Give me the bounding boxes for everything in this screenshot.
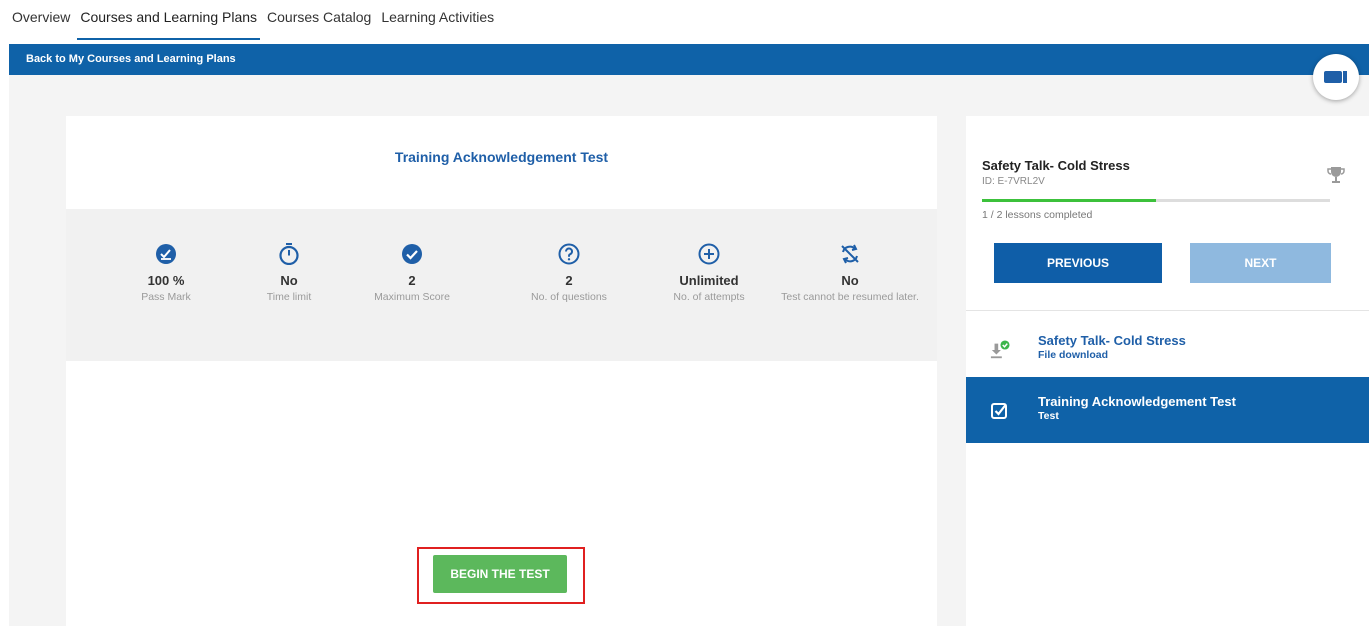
info-resume: No Test cannot be resumed later.: [780, 243, 920, 304]
course-progress-bar: [982, 199, 1330, 202]
attempts-label: No. of attempts: [673, 291, 745, 303]
time-limit-value: No: [280, 273, 298, 288]
lesson-type: Test: [1038, 410, 1059, 422]
plus-circle-icon: [698, 243, 720, 265]
lesson-name: Training Acknowledgement Test: [1038, 394, 1236, 409]
course-player-bar: Back to My Courses and Learning Plans: [9, 44, 1369, 75]
top-nav: Overview Courses and Learning Plans Cour…: [0, 0, 1369, 42]
check-circle-icon: [402, 244, 422, 264]
lesson-type: File download: [1038, 349, 1108, 361]
video-toggle-button[interactable]: [1313, 54, 1359, 100]
download-icon: [990, 340, 1010, 359]
course-name: Safety Talk- Cold Stress: [982, 158, 1130, 173]
previous-button[interactable]: PREVIOUS: [994, 243, 1162, 283]
test-title: Training Acknowledgement Test: [394, 149, 609, 165]
questions-value: 2: [565, 273, 573, 288]
pass-mark-value: 100 %: [147, 273, 185, 288]
resume-label: Test cannot be resumed later.: [781, 291, 919, 303]
trophy-icon: [1327, 167, 1345, 183]
info-questions: 2 No. of questions: [499, 243, 639, 304]
course-sidebar: Safety Talk- Cold Stress ID: E-7VRL2V 1 …: [966, 116, 1369, 626]
progress-text: 1 / 2 lessons completed: [982, 209, 1093, 221]
course-id: ID: E-7VRL2V: [982, 176, 1045, 187]
info-maximum-score: 2 Maximum Score: [342, 243, 482, 304]
info-time-limit: No Time limit: [219, 243, 359, 304]
time-limit-label: Time limit: [266, 291, 312, 303]
maximum-score-label: Maximum Score: [374, 291, 450, 303]
question-circle-icon: [558, 243, 580, 265]
lesson-item-file-download[interactable]: Safety Talk- Cold Stress File download: [966, 316, 1369, 382]
attempts-value: Unlimited: [679, 273, 739, 288]
no-resume-icon: [841, 244, 859, 264]
begin-highlight-outline: [417, 547, 585, 604]
divider: [966, 310, 1369, 311]
tab-learning-activities[interactable]: Learning Activities: [378, 0, 497, 40]
resume-value: No: [841, 273, 859, 288]
pass-mark-label: Pass Mark: [141, 291, 191, 303]
info-attempts: Unlimited No. of attempts: [639, 243, 779, 304]
tab-courses-and-learning-plans[interactable]: Courses and Learning Plans: [77, 0, 261, 40]
tab-courses-catalog[interactable]: Courses Catalog: [264, 0, 374, 40]
info-pass-mark: 100 % Pass Mark: [96, 243, 236, 304]
checkbox-icon: [991, 403, 1007, 419]
stopwatch-icon: [279, 243, 299, 265]
back-link[interactable]: Back to My Courses and Learning Plans: [26, 53, 236, 65]
next-button[interactable]: NEXT: [1190, 243, 1331, 283]
questions-label: No. of questions: [531, 291, 607, 303]
tab-overview[interactable]: Overview: [9, 0, 73, 40]
lesson-name: Safety Talk- Cold Stress: [1038, 333, 1186, 348]
video-camera-icon: [1324, 71, 1347, 83]
lesson-item-test[interactable]: Training Acknowledgement Test Test: [966, 377, 1369, 443]
course-progress-fill: [982, 199, 1156, 202]
maximum-score-value: 2: [408, 273, 416, 288]
test-info-band: 100 % Pass Mark No Time limit 2 Maximum …: [66, 209, 937, 361]
pass-mark-icon: [156, 244, 176, 264]
